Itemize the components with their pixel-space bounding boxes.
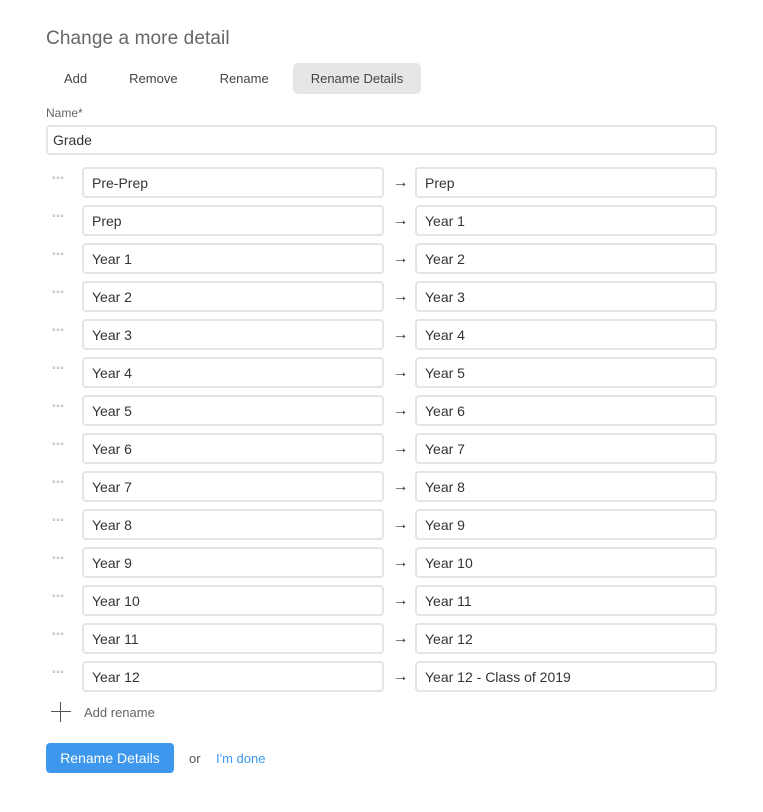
rename-list: °°° → °°° → °°° → °°° → °°° → °°° → °°° → °°° → °°° → °°° →… [46,167,717,699]
arrow-right-icon: → [392,516,409,533]
rename-row: °°° → [46,205,717,243]
arrow-right-icon: → [392,630,409,647]
rename-row: °°° → [46,319,717,357]
drag-handle-icon[interactable]: °°° [52,287,72,301]
arrow-right-icon: → [392,250,409,267]
rename-to-input[interactable] [415,623,717,654]
rename-row: °°° → [46,433,717,471]
tab-add[interactable]: Add [46,63,105,94]
rename-details-submit-button[interactable]: Rename Details [46,743,174,773]
drag-handle-icon[interactable]: °°° [52,553,72,567]
rename-to-input[interactable] [415,433,717,464]
rename-row: °°° → [46,661,717,699]
rename-from-input[interactable] [82,623,384,654]
rename-to-input[interactable] [415,357,717,388]
rename-from-input[interactable] [82,433,384,464]
arrow-right-icon: → [392,478,409,495]
rename-row: °°° → [46,509,717,547]
rename-row: °°° → [46,547,717,585]
drag-handle-icon[interactable]: °°° [52,477,72,491]
rename-row: °°° → [46,357,717,395]
arrow-right-icon: → [392,554,409,571]
rename-to-input[interactable] [415,205,717,236]
rename-row: °°° → [46,395,717,433]
rename-from-input[interactable] [82,243,384,274]
tab-rename[interactable]: Rename [202,63,287,94]
rename-to-input[interactable] [415,547,717,578]
drag-handle-icon[interactable]: °°° [52,591,72,605]
rename-from-input[interactable] [82,319,384,350]
rename-from-input[interactable] [82,547,384,578]
page-title: Change a more detail [46,28,230,49]
im-done-link[interactable]: I'm done [216,751,265,766]
drag-handle-icon[interactable]: °°° [52,211,72,225]
arrow-right-icon: → [392,592,409,609]
rename-to-input[interactable] [415,661,717,692]
rename-from-input[interactable] [82,205,384,236]
rename-from-input[interactable] [82,167,384,198]
arrow-right-icon: → [392,288,409,305]
add-rename-label: Add rename [84,704,155,720]
rename-to-input[interactable] [415,167,717,198]
drag-handle-icon[interactable]: °°° [52,173,72,187]
name-input[interactable] [46,125,717,155]
rename-to-input[interactable] [415,243,717,274]
rename-from-input[interactable] [82,281,384,312]
drag-handle-icon[interactable]: °°° [52,401,72,415]
drag-handle-icon[interactable]: °°° [52,249,72,263]
rename-row: °°° → [46,623,717,661]
rename-from-input[interactable] [82,395,384,426]
rename-to-input[interactable] [415,319,717,350]
arrow-right-icon: → [392,326,409,343]
plus-icon [50,701,72,723]
arrow-right-icon: → [392,212,409,229]
tab-remove[interactable]: Remove [111,63,195,94]
drag-handle-icon[interactable]: °°° [52,363,72,377]
arrow-right-icon: → [392,440,409,457]
arrow-right-icon: → [392,402,409,419]
action-tabs: Add Remove Rename Rename Details [46,63,427,94]
drag-handle-icon[interactable]: °°° [52,439,72,453]
arrow-right-icon: → [392,364,409,381]
rename-to-input[interactable] [415,395,717,426]
drag-handle-icon[interactable]: °°° [52,667,72,681]
arrow-right-icon: → [392,174,409,191]
rename-row: °°° → [46,281,717,319]
or-text: or [189,751,201,766]
rename-from-input[interactable] [82,509,384,540]
name-label: Name* [46,106,83,120]
rename-to-input[interactable] [415,471,717,502]
rename-from-input[interactable] [82,471,384,502]
drag-handle-icon[interactable]: °°° [52,325,72,339]
rename-to-input[interactable] [415,585,717,616]
arrow-right-icon: → [392,668,409,685]
rename-row: °°° → [46,585,717,623]
rename-row: °°° → [46,471,717,509]
rename-from-input[interactable] [82,661,384,692]
rename-to-input[interactable] [415,509,717,540]
rename-from-input[interactable] [82,357,384,388]
rename-from-input[interactable] [82,585,384,616]
rename-row: °°° → [46,243,717,281]
drag-handle-icon[interactable]: °°° [52,515,72,529]
add-rename-button[interactable]: Add rename [50,700,155,724]
rename-to-input[interactable] [415,281,717,312]
tab-rename-details[interactable]: Rename Details [292,63,422,94]
drag-handle-icon[interactable]: °°° [52,629,72,643]
rename-row: °°° → [46,167,717,205]
